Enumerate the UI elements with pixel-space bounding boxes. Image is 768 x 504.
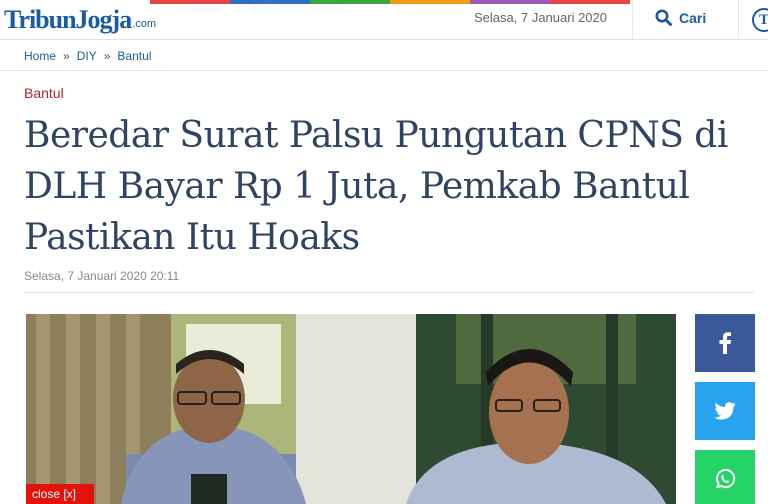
breadcrumb-bantul[interactable]: Bantul xyxy=(117,49,151,63)
site-header: Peristiwa Bantul Sleman TribunJogja .com… xyxy=(0,0,768,40)
breadcrumb-diy[interactable]: DIY xyxy=(77,49,97,63)
search-label: Cari xyxy=(679,9,707,26)
article-category[interactable]: Bantul xyxy=(24,85,64,101)
logo-domain: .com xyxy=(132,18,157,30)
photo-illustration xyxy=(26,314,676,504)
share-whatsapp-button[interactable] xyxy=(695,450,755,504)
logo-text: TribunJogja xyxy=(4,5,132,34)
color-strip-segment xyxy=(550,0,630,4)
color-strip-segment xyxy=(470,0,550,4)
breadcrumb-separator: » xyxy=(63,48,70,63)
search-icon xyxy=(655,9,672,26)
article-divider xyxy=(24,292,754,293)
site-logo[interactable]: TribunJogja .com xyxy=(4,3,156,37)
share-facebook-button[interactable] xyxy=(695,314,755,372)
search-button[interactable]: Cari xyxy=(655,9,706,26)
whatsapp-icon xyxy=(716,468,736,489)
tribun-badge[interactable]: T xyxy=(752,8,768,32)
breadcrumb: Home » DIY » Bantul xyxy=(0,41,768,71)
header-date: Selasa, 7 Januari 2020 xyxy=(474,10,607,25)
article-photo xyxy=(26,314,676,504)
facebook-icon xyxy=(719,332,731,354)
breadcrumb-home[interactable]: Home xyxy=(24,49,56,63)
share-twitter-button[interactable] xyxy=(695,382,755,440)
top-nav-item[interactable]: Peristiwa xyxy=(180,4,221,18)
article-date: Selasa, 7 Januari 2020 20:11 xyxy=(24,269,180,283)
article-title: Beredar Surat Palsu Pungutan CPNS di DLH… xyxy=(24,115,728,258)
header-divider xyxy=(738,0,739,40)
breadcrumb-separator: » xyxy=(103,48,111,63)
header-divider xyxy=(632,0,633,40)
top-nav-item[interactable]: Bantul xyxy=(251,4,279,18)
close-ad-button[interactable]: close [x] xyxy=(26,484,94,504)
twitter-icon xyxy=(714,402,736,420)
top-nav: Peristiwa Bantul Sleman xyxy=(150,4,470,18)
top-nav-item[interactable]: Sleman xyxy=(309,4,343,18)
